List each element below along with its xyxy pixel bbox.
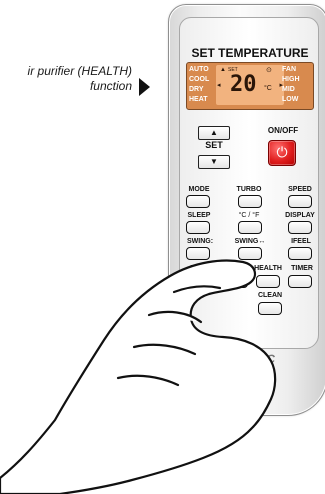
remote-control: SET TEMPERATURE AUTO COOL DRY HEAT ▲ SET… xyxy=(168,4,325,416)
speed-button[interactable] xyxy=(288,195,312,208)
health-button[interactable] xyxy=(256,275,280,288)
lcd-fan-mid: MID xyxy=(282,86,295,93)
temperature-down-button[interactable]: ▼ xyxy=(198,155,230,169)
eleh-button[interactable] xyxy=(224,275,248,288)
lcd-fan-fan: FAN xyxy=(282,66,296,73)
power-button[interactable]: ⏻ xyxy=(268,140,296,166)
turbo-label: TURBO xyxy=(236,186,262,193)
mode-button[interactable] xyxy=(186,195,210,208)
swing-vertical-label: SWING: xyxy=(186,238,214,245)
eleh-label: ELEH xyxy=(225,265,245,272)
swing-horizontal-button[interactable] xyxy=(238,247,262,260)
lcd-temperature-unit: °C xyxy=(264,85,272,92)
anti-f-label: Anti-F xyxy=(188,265,210,272)
set-label: SET xyxy=(205,140,223,150)
lcd-mode-cool: COOL xyxy=(189,76,210,83)
lcd-temperature-value: 20 xyxy=(230,72,257,97)
ifeel-button[interactable] xyxy=(288,247,312,260)
lcd-up-indicator-icon: ▲ xyxy=(220,67,226,73)
remote-face: SET TEMPERATURE AUTO COOL DRY HEAT ▲ SET… xyxy=(179,17,319,366)
clean-label: CLEAN xyxy=(257,292,283,299)
temperature-unit-button[interactable] xyxy=(238,221,262,234)
temperature-unit-label: °C / °F xyxy=(238,212,260,219)
onoff-label: ON/OFF xyxy=(267,126,299,135)
temperature-up-button[interactable]: ▲ xyxy=(198,126,230,140)
remote-illustration: ir purifier (HEALTH) function SET TEMPER… xyxy=(0,0,325,494)
lcd-fan-high: HIGH xyxy=(282,76,300,83)
turbo-button[interactable] xyxy=(238,195,262,208)
ifeel-label: IFEEL xyxy=(291,238,311,245)
anti-f-button[interactable] xyxy=(186,275,210,288)
swing-horizontal-label: SWING↔ xyxy=(234,238,266,245)
speed-label: SPEED xyxy=(288,186,312,193)
display-button[interactable] xyxy=(288,221,312,234)
timer-button[interactable] xyxy=(288,275,312,288)
lcd-mode-auto: AUTO xyxy=(189,66,209,73)
callout-text: ir purifier (HEALTH) function xyxy=(0,64,132,94)
lcd-mode-dry: DRY xyxy=(189,86,204,93)
clean-button[interactable] xyxy=(258,302,282,315)
lcd-mode-list: AUTO COOL DRY HEAT xyxy=(189,65,217,105)
display-label: DISPLAY xyxy=(285,212,315,219)
aermec-logo: AERMEC xyxy=(222,352,277,366)
set-temperature-title: SET TEMPERATURE xyxy=(191,46,309,60)
set-pad: ▲ SET ▼ xyxy=(198,126,230,169)
health-label: HEALTH xyxy=(254,265,282,272)
callout-arrow-icon xyxy=(139,78,150,96)
timer-label: TIMER xyxy=(291,265,313,272)
clock-icon: ⊙ xyxy=(266,67,272,74)
lcd-temperature-panel: ▲ SET ⊙ ◂ 20 °C ▸ xyxy=(216,65,284,105)
lcd-display: AUTO COOL DRY HEAT ▲ SET ⊙ ◂ 20 °C ▸ FAN… xyxy=(186,62,314,110)
swing-vertical-button[interactable] xyxy=(186,247,210,260)
lcd-fan-list: FAN HIGH MID LOW xyxy=(282,65,310,105)
lcd-mode-heat: HEAT xyxy=(189,96,208,103)
mode-label: MODE xyxy=(188,186,210,193)
callout-line-1: ir purifier (HEALTH) xyxy=(27,64,132,78)
sleep-label: SLEEP xyxy=(187,212,211,219)
left-arrow-icon: ◂ xyxy=(217,82,221,89)
sleep-button[interactable] xyxy=(186,221,210,234)
power-icon: ⏻ xyxy=(276,145,288,161)
lcd-fan-low: LOW xyxy=(282,96,299,103)
callout-line-2: function xyxy=(89,79,132,93)
